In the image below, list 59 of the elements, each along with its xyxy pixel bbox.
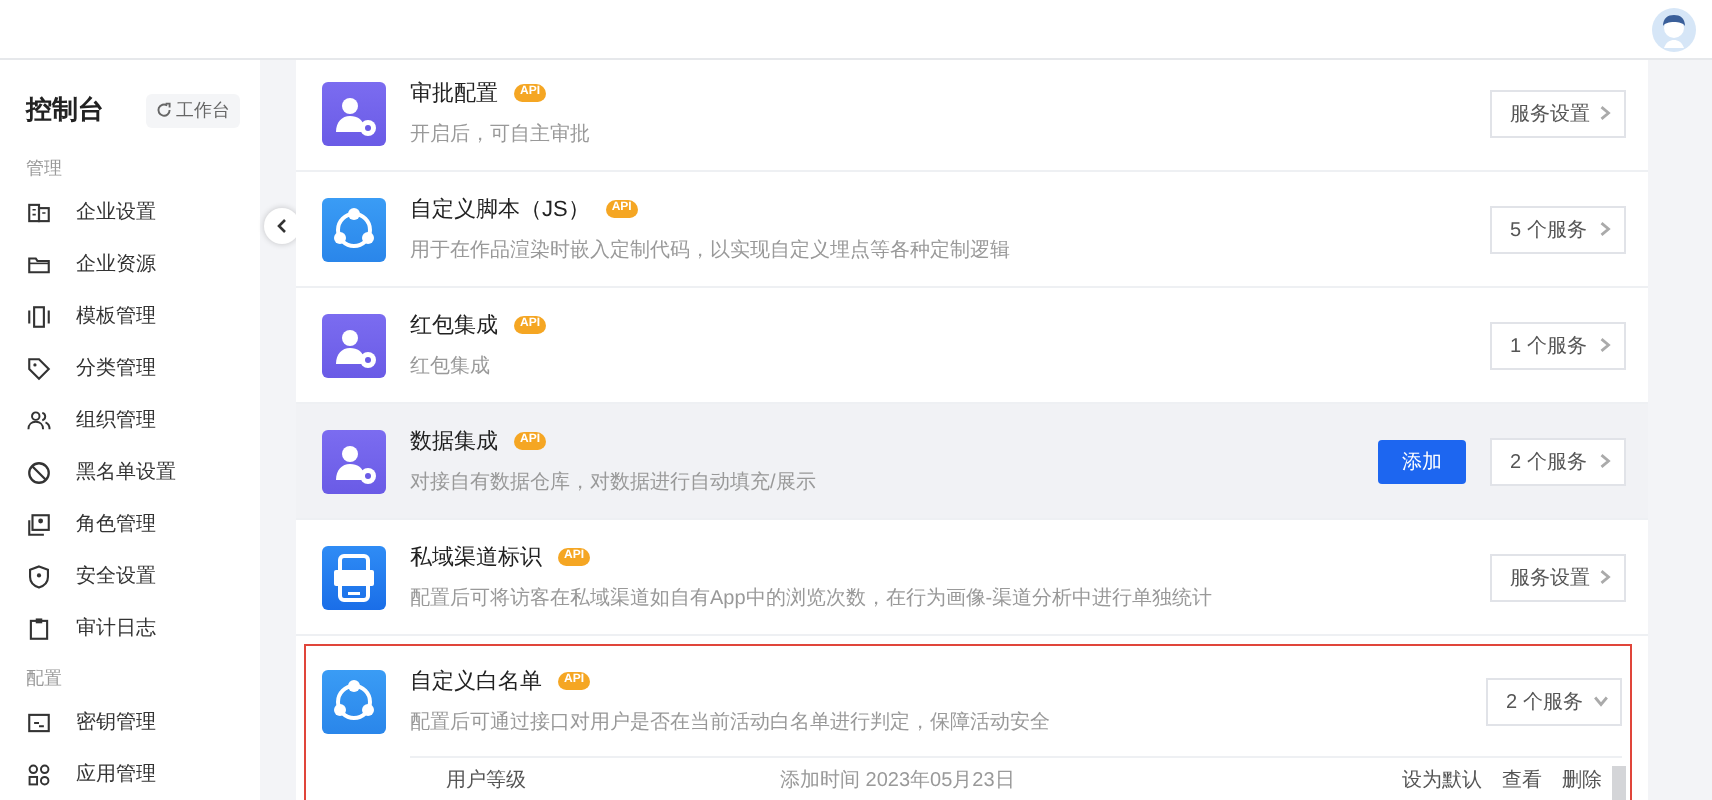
service-button[interactable]: 1 个服务 — [1490, 321, 1626, 369]
nav-item[interactable]: 模板管理 — [0, 290, 260, 342]
tag-icon — [26, 355, 52, 381]
service-title: 数据集成 — [410, 428, 498, 456]
user-settings-icon — [322, 81, 386, 145]
workbench-button[interactable]: 工作台 — [146, 93, 240, 127]
added-time: 添加时间 2023年05月23日 — [780, 767, 1017, 794]
service-button[interactable]: 5 个服务 — [1490, 205, 1626, 253]
service-button[interactable]: 服务设置 — [1490, 553, 1626, 601]
action-link[interactable]: 查看 — [1502, 766, 1542, 794]
nav-item[interactable]: 分类管理 — [0, 342, 260, 394]
nav-item[interactable]: 黑名单设置 — [0, 446, 260, 498]
service-title: 审批配置 — [410, 79, 498, 108]
section-label: 管理 — [24, 156, 64, 182]
user-settings-icon — [322, 429, 386, 493]
service-description: 开启后，可自主审批 — [410, 121, 592, 148]
building-icon — [26, 199, 52, 225]
service-title: 自定义白名单 — [410, 667, 542, 696]
nav-item[interactable]: 安全设置 — [0, 550, 260, 602]
nav-item[interactable]: 密钥管理 — [0, 696, 260, 748]
refresh-icon — [156, 102, 172, 118]
people-icon — [26, 407, 52, 433]
add-button[interactable]: 添加 — [1378, 439, 1466, 483]
card-icon — [26, 709, 52, 735]
service-title: 自定义脚本（JS） — [410, 195, 590, 224]
nav-item[interactable]: 企业设置 — [0, 186, 260, 238]
shield-icon — [26, 563, 52, 589]
panel-icon — [26, 303, 52, 329]
nav-item[interactable]: 审计日志 — [0, 602, 260, 654]
scrollbar[interactable] — [1612, 766, 1626, 800]
nav-item[interactable]: 企业资源 — [0, 238, 260, 290]
service-button[interactable]: 2 个服务 — [1486, 677, 1622, 725]
ban-icon — [26, 459, 52, 485]
service-button[interactable]: 服务设置 — [1490, 89, 1626, 137]
sub-item-name: 用户等级 — [444, 767, 528, 794]
section-label: 配置 — [24, 666, 64, 692]
service-description: 用于在作品渲染时嵌入定制代码，以实现自定义埋点等各种定制逻辑 — [410, 237, 1012, 264]
clipboard-icon — [26, 615, 52, 641]
share-icon — [322, 197, 386, 261]
service-button[interactable]: 2 个服务 — [1490, 437, 1626, 485]
action-link[interactable]: 删除 — [1562, 766, 1602, 794]
nav-item[interactable]: 组织管理 — [0, 394, 260, 446]
nav-item[interactable]: 应用管理 — [0, 748, 260, 800]
image-icon — [26, 511, 52, 537]
service-description: 配置后可通过接口对用户是否在当前活动白名单进行判定，保障活动安全 — [410, 709, 1052, 736]
service-description: 红包集成 — [410, 353, 492, 380]
service-description: 配置后可将访客在私域渠道如自有App中的浏览次数，在行为画像-渠道分析中进行单独统计 — [410, 585, 1215, 612]
service-description: 对接自有数据仓库，对数据进行自动填充/展示 — [410, 469, 818, 496]
share-icon — [322, 669, 386, 733]
user-settings-icon — [322, 313, 386, 377]
service-title: 私域渠道标识 — [410, 543, 542, 572]
sidebar-title: 控制台 — [26, 92, 104, 128]
action-link[interactable]: 设为默认 — [1402, 766, 1482, 794]
service-title: 红包集成 — [410, 312, 498, 340]
apps-icon — [26, 761, 52, 787]
folder-icon — [26, 251, 52, 277]
avatar-icon[interactable] — [1652, 7, 1696, 51]
chevron-left-icon — [274, 218, 290, 234]
nav-item[interactable]: 角色管理 — [0, 498, 260, 550]
